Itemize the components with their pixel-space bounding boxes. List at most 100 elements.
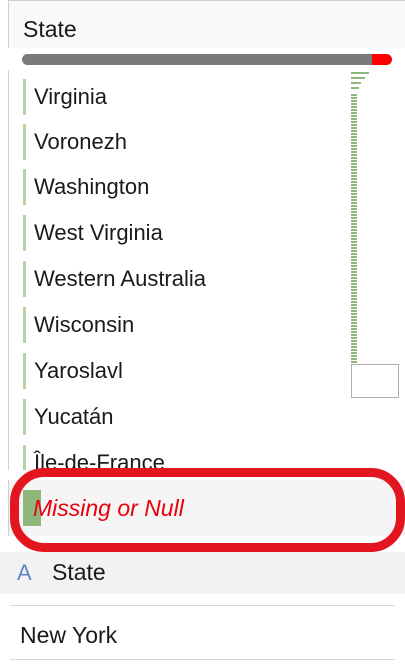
frequency-bar: [23, 399, 26, 435]
list-item[interactable]: Washington: [9, 164, 339, 210]
histogram-bar: [351, 72, 369, 74]
histogram-bar: [351, 322, 357, 324]
selected-value-row[interactable]: New York: [0, 614, 405, 658]
histogram-bar: [351, 337, 357, 339]
histogram-bar: [351, 220, 357, 222]
histogram-bar: [351, 77, 365, 79]
frequency-bar: [23, 215, 26, 251]
histogram-bar: [351, 232, 357, 234]
histogram-bar: [351, 214, 357, 216]
histogram-bar: [351, 139, 357, 141]
histogram-bar: [351, 238, 357, 240]
histogram-bar: [351, 235, 357, 237]
scroll-viewport-handle[interactable]: [351, 364, 399, 398]
value-list[interactable]: Virginia Voronezh Washington West Virgin…: [8, 70, 405, 470]
histogram-bar: [351, 187, 357, 189]
list-item[interactable]: Yucatán: [9, 394, 339, 440]
frequency-bar: [23, 79, 26, 115]
histogram-bar: [351, 289, 357, 291]
list-item-label: West Virginia: [34, 220, 163, 245]
histogram-bar: [351, 154, 357, 156]
histogram-bar: [351, 280, 357, 282]
histogram-bar: [351, 355, 357, 357]
list-item-label: Voronezh: [34, 129, 127, 154]
list-item[interactable]: Western Australia: [9, 256, 339, 302]
list-item-label: Washington: [34, 174, 150, 199]
list-item-label: Île-de-France: [34, 450, 165, 470]
histogram-bar: [351, 352, 357, 354]
histogram-bar: [351, 349, 357, 351]
histogram-bar: [351, 121, 357, 123]
list-item[interactable]: West Virginia: [9, 210, 339, 256]
list-item[interactable]: Voronezh: [9, 119, 339, 165]
overview-histogram[interactable]: [351, 70, 401, 405]
histogram-bar: [351, 283, 357, 285]
histogram-bar: [351, 328, 357, 330]
histogram-bar: [351, 184, 357, 186]
histogram-bar: [351, 202, 357, 204]
list-item-label: Virginia: [34, 84, 107, 109]
histogram-bar: [351, 361, 357, 363]
completeness-bar: [22, 54, 392, 65]
histogram-bar: [351, 343, 357, 345]
histogram-bar: [351, 244, 357, 246]
histogram-bar: [351, 133, 357, 135]
histogram-bar: [351, 325, 357, 327]
histogram-bar: [351, 217, 357, 219]
histogram-bar: [351, 208, 357, 210]
selected-value: New York: [20, 622, 118, 648]
histogram-bar: [351, 166, 357, 168]
list-item-label: Western Australia: [34, 266, 207, 291]
histogram-bar: [351, 316, 357, 318]
histogram-bar: [351, 331, 357, 333]
histogram-bar: [351, 205, 357, 207]
histogram-bar: [351, 181, 357, 183]
histogram-bar: [351, 82, 361, 84]
frequency-bar: [23, 307, 26, 343]
list-item[interactable]: Virginia: [9, 74, 339, 120]
histogram-bar: [351, 286, 357, 288]
histogram-bar: [351, 304, 357, 306]
string-type-icon: A: [17, 560, 32, 585]
histogram-bar: [351, 241, 357, 243]
missing-fill: [371, 54, 392, 65]
histogram-bar: [351, 142, 357, 144]
frequency-bar: [23, 124, 26, 160]
histogram-bar: [351, 97, 357, 99]
frequency-bar: [23, 445, 26, 470]
histogram-bar: [351, 178, 357, 180]
list-item[interactable]: Wisconsin: [9, 302, 339, 348]
histogram-bar: [351, 115, 357, 117]
list-item-label: Wisconsin: [34, 312, 135, 337]
histogram-bar: [351, 157, 357, 159]
histogram-bar: [351, 148, 357, 150]
histogram-bar: [351, 196, 357, 198]
histogram-bar: [351, 190, 357, 192]
histogram-bar: [351, 112, 357, 114]
state-filter-panel: State Virginia Voronezh Washington West …: [0, 0, 405, 665]
histogram-bar: [351, 109, 357, 111]
field-chip[interactable]: A State: [0, 552, 405, 594]
histogram-bar: [351, 256, 357, 258]
histogram-bar: [351, 358, 357, 360]
histogram-bar: [351, 169, 357, 171]
histogram-bar: [351, 301, 357, 303]
histogram-bar: [351, 253, 357, 255]
highlight-annotation: [10, 468, 405, 552]
histogram-bar: [351, 250, 357, 252]
histogram-bar: [351, 274, 357, 276]
frequency-bar: [23, 261, 26, 297]
histogram-bar: [351, 106, 357, 108]
histogram-bar: [351, 127, 357, 129]
histogram-bar: [351, 193, 357, 195]
histogram-bar: [351, 136, 357, 138]
list-item-label: Yucatán: [34, 404, 114, 429]
histogram-bar: [351, 319, 357, 321]
histogram-bar: [351, 262, 357, 264]
histogram-bar: [351, 313, 357, 315]
histogram-bar: [351, 118, 357, 120]
list-item[interactable]: Île-de-France: [9, 440, 339, 470]
histogram-bar: [351, 265, 357, 267]
list-item[interactable]: Yaroslavl: [9, 348, 339, 394]
histogram-bar: [351, 298, 357, 300]
